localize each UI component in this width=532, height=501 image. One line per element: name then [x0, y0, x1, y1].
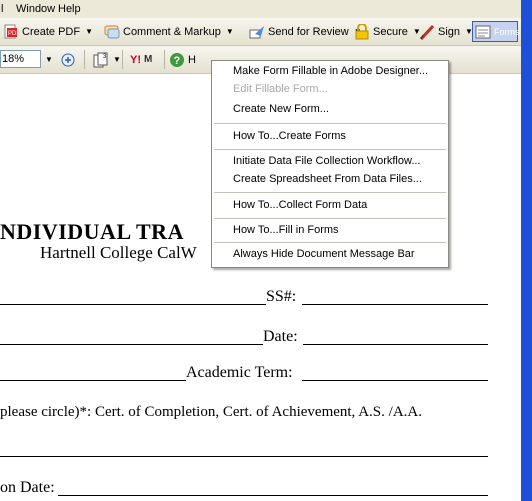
toolbar-separator	[122, 50, 123, 69]
menu-separator	[214, 192, 446, 193]
menu-item-howto-fill[interactable]: How To...Fill in Forms	[233, 222, 339, 239]
send-for-review-button[interactable]: Send for Review ▼	[249, 23, 362, 40]
toolbar-separator	[164, 50, 165, 69]
form-icon	[475, 24, 491, 40]
zoom-in-button[interactable]	[60, 51, 76, 68]
yahoo-icon: Y!	[130, 53, 141, 66]
document-subheading: Hartnell College CalW	[40, 243, 197, 262]
chevron-down-icon: ▼	[113, 55, 121, 64]
menu-bar: l Window Help	[0, 0, 521, 18]
term-label: Academic Term:	[186, 364, 293, 381]
menu-separator	[214, 123, 446, 124]
ssn-label: SS#:	[266, 288, 297, 305]
menu-item-create-spreadsheet[interactable]: Create Spreadsheet From Data Files...	[233, 171, 422, 188]
comment-markup-label: Comment & Markup	[123, 25, 221, 38]
forms-label: Forms	[494, 26, 520, 37]
create-pdf-icon: PDF	[3, 24, 20, 40]
chevron-down-icon: ▼	[85, 27, 93, 36]
help-label: H	[188, 53, 196, 66]
name-field-line	[0, 304, 266, 305]
menu-separator	[214, 149, 446, 150]
help-button[interactable]: ? H	[169, 51, 196, 68]
award-line: please circle)*: Cert. of Completion, Ce…	[0, 404, 422, 420]
program-field-line	[0, 380, 186, 381]
window-frame: l Window Help PDF Create PDF ▼ Comment &…	[0, 0, 532, 501]
advisor-field-line	[0, 344, 263, 345]
menu-help[interactable]: Help	[58, 3, 81, 15]
zoom-field[interactable]: 18%	[0, 50, 41, 68]
menu-partial[interactable]: l	[1, 3, 3, 15]
chevron-down-icon: ▼	[225, 27, 234, 36]
secure-label: Secure	[373, 25, 408, 38]
zoom-in-icon	[60, 52, 76, 68]
completion-date-label: on Date:	[0, 479, 55, 496]
create-pdf-button[interactable]: PDF Create PDF ▼	[3, 23, 93, 40]
yahoo-button[interactable]: Y! M	[130, 51, 152, 68]
menu-item-edit-fillable: Edit Fillable Form...	[233, 83, 328, 95]
toolbar-separator	[84, 50, 85, 69]
help-icon: ?	[169, 52, 185, 68]
pen-icon	[419, 24, 435, 40]
page-layout-icon: 3	[92, 52, 108, 68]
zoom-dropdown-button[interactable]: ▼	[43, 51, 53, 68]
menu-item-howto-create[interactable]: How To...Create Forms	[233, 128, 346, 145]
mail-icon: M	[144, 54, 153, 65]
secure-button[interactable]: Secure ▼	[354, 22, 421, 40]
create-pdf-label: Create PDF	[22, 25, 81, 38]
sign-button[interactable]: Sign ▼	[419, 23, 473, 40]
svg-text:PDF: PDF	[8, 31, 19, 37]
date-label: Date:	[263, 328, 298, 345]
tasks-toolbar: PDF Create PDF ▼ Comment & Markup ▼ Send…	[0, 18, 521, 46]
menu-window[interactable]: Window	[16, 3, 55, 15]
comment-icon	[104, 24, 120, 40]
ssn-field-line	[302, 304, 488, 305]
svg-text:?: ?	[174, 55, 181, 67]
lock-icon	[354, 22, 370, 40]
send-for-review-label: Send for Review	[268, 25, 349, 38]
menu-item-make-fillable[interactable]: Make Form Fillable in Adobe Designer...	[233, 63, 428, 80]
forms-button[interactable]: Forms ▼	[472, 21, 520, 42]
send-review-icon	[249, 24, 265, 40]
page-layout-button[interactable]: 3 ▼	[92, 51, 121, 68]
menu-item-create-new-form[interactable]: Create New Form...	[233, 101, 329, 118]
comment-markup-button[interactable]: Comment & Markup ▼	[104, 23, 234, 40]
term-field-line	[302, 380, 488, 381]
sign-label: Sign	[438, 25, 461, 38]
menu-item-howto-collect[interactable]: How To...Collect Form Data	[233, 197, 367, 214]
menu-separator	[214, 218, 446, 219]
menu-item-hide-message-bar[interactable]: Always Hide Document Message Bar	[233, 246, 415, 263]
document-heading: NDIVIDUAL TRA	[0, 219, 184, 244]
app-window: l Window Help PDF Create PDF ▼ Comment &…	[0, 0, 521, 501]
completion-date-line	[58, 495, 488, 496]
chevron-down-icon: ▼	[45, 55, 53, 64]
blank-field-line	[0, 456, 488, 457]
date-field-line	[303, 344, 488, 345]
menu-item-initiate-workflow[interactable]: Initiate Data File Collection Workflow..…	[233, 153, 420, 170]
menu-separator	[214, 242, 446, 243]
forms-menu: Make Form Fillable in Adobe Designer... …	[211, 60, 449, 268]
